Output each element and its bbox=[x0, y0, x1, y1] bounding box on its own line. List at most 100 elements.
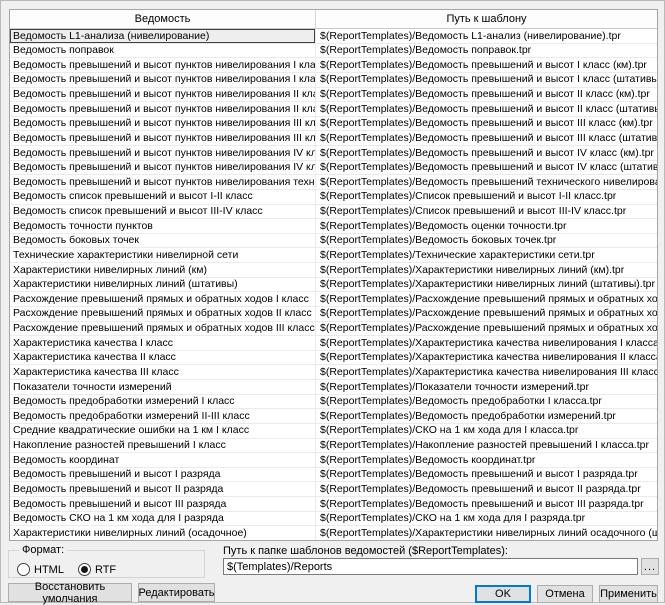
table-row[interactable]: Ведомость превышений и высот пунктов нив… bbox=[10, 131, 657, 146]
report-name-cell[interactable]: Ведомость превышений и высот пунктов нив… bbox=[10, 58, 316, 72]
table-row[interactable]: Ведомость список превышений и высот I-II… bbox=[10, 190, 657, 205]
table-row[interactable]: Характеристика качества III класс$(Repor… bbox=[10, 365, 657, 380]
report-name-cell[interactable]: Ведомость СКО на 1 км хода для I разряда bbox=[10, 512, 316, 526]
report-name-cell[interactable]: Ведомость превышений и высот I разряда bbox=[10, 468, 316, 482]
report-name-cell[interactable]: Характеристики нивелирных линий (штативы… bbox=[10, 278, 316, 292]
table-row[interactable]: Характеристики нивелирных линий (штативы… bbox=[10, 278, 657, 293]
template-path-cell[interactable]: $(ReportTemplates)/Ведомость превышений … bbox=[316, 146, 657, 160]
edit-button[interactable]: Редактировать bbox=[138, 583, 215, 602]
template-path-cell[interactable]: $(ReportTemplates)/Ведомость превышений … bbox=[316, 102, 657, 116]
template-path-cell[interactable]: $(ReportTemplates)/Ведомость превышений … bbox=[316, 468, 657, 482]
html-radio-label[interactable]: HTML bbox=[34, 564, 64, 576]
report-name-cell[interactable]: Ведомость превышений и высот пунктов нив… bbox=[10, 161, 316, 175]
table-row[interactable]: Расхождение превышений прямых и обратных… bbox=[10, 307, 657, 322]
template-path-cell[interactable]: $(ReportTemplates)/Расхождение превышени… bbox=[316, 322, 657, 336]
template-path-cell[interactable]: $(ReportTemplates)/Характеристика качест… bbox=[316, 336, 657, 350]
template-path-cell[interactable]: $(ReportTemplates)/СКО на 1 км хода для … bbox=[316, 424, 657, 438]
report-name-cell[interactable]: Ведомость координат bbox=[10, 453, 316, 467]
table-row[interactable]: Расхождение превышений прямых и обратных… bbox=[10, 292, 657, 307]
template-path-cell[interactable]: $(ReportTemplates)/Ведомость оценки точн… bbox=[316, 219, 657, 233]
report-name-cell[interactable]: Характеристика качества I класс bbox=[10, 336, 316, 350]
rtf-radio[interactable] bbox=[78, 563, 91, 576]
report-name-cell[interactable]: Технические характеристики нивелирной се… bbox=[10, 248, 316, 262]
cancel-button[interactable]: Отмена bbox=[537, 585, 593, 603]
template-path-cell[interactable]: $(ReportTemplates)/Список превышений и в… bbox=[316, 190, 657, 204]
report-name-cell[interactable]: Ведомость превышений и высот пунктов нив… bbox=[10, 102, 316, 116]
template-path-cell[interactable]: $(ReportTemplates)/Список превышений и в… bbox=[316, 205, 657, 219]
table-row[interactable]: Ведомость СКО на 1 км хода для I разряда… bbox=[10, 512, 657, 527]
template-path-cell[interactable]: $(ReportTemplates)/Показатели точности и… bbox=[316, 380, 657, 394]
table-row[interactable]: Характеристики нивелирных линий (осадочн… bbox=[10, 526, 657, 540]
report-name-cell[interactable]: Ведомость превышений и высот пунктов нив… bbox=[10, 88, 316, 102]
table-row[interactable]: Ведомость превышений и высот пунктов нив… bbox=[10, 117, 657, 132]
table-row[interactable]: Ведомость превышений и высот пунктов нив… bbox=[10, 73, 657, 88]
template-path-cell[interactable]: $(ReportTemplates)/Ведомость превышений … bbox=[316, 58, 657, 72]
template-path-cell[interactable]: $(ReportTemplates)/Характеристика качест… bbox=[316, 351, 657, 365]
report-name-cell[interactable]: Расхождение превышений прямых и обратных… bbox=[10, 322, 316, 336]
report-name-cell[interactable]: Показатели точности измерений bbox=[10, 380, 316, 394]
template-path-cell[interactable]: $(ReportTemplates)/Ведомость предобработ… bbox=[316, 409, 657, 423]
report-name-cell[interactable]: Ведомость превышений и высот пунктов нив… bbox=[10, 73, 316, 87]
table-row[interactable]: Показатели точности измерений$(ReportTem… bbox=[10, 380, 657, 395]
table-row[interactable]: Ведомость точности пунктов$(ReportTempla… bbox=[10, 219, 657, 234]
table-row[interactable]: Технические характеристики нивелирной се… bbox=[10, 248, 657, 263]
template-path-cell[interactable]: $(ReportTemplates)/Расхождение превышени… bbox=[316, 292, 657, 306]
template-path-cell[interactable]: $(ReportTemplates)/Расхождение превышени… bbox=[316, 307, 657, 321]
report-name-cell[interactable]: Ведомость предобработки измерений I клас… bbox=[10, 395, 316, 409]
table-row[interactable]: Ведомость предобработки измерений I клас… bbox=[10, 395, 657, 410]
template-path-cell[interactable]: $(ReportTemplates)/Ведомость превышений … bbox=[316, 482, 657, 496]
browse-button[interactable]: ... bbox=[641, 558, 659, 575]
report-name-cell[interactable]: Ведомость превышений и высот пунктов нив… bbox=[10, 175, 316, 189]
column-header-report[interactable]: Ведомость bbox=[10, 10, 316, 28]
table-row[interactable]: Ведомость превышений и высот пунктов нив… bbox=[10, 175, 657, 190]
report-name-cell[interactable]: Средние квадратические ошибки на 1 км I … bbox=[10, 424, 316, 438]
report-name-cell[interactable]: Ведомость точности пунктов bbox=[10, 219, 316, 233]
table-row[interactable]: Ведомость превышений и высот пунктов нив… bbox=[10, 161, 657, 176]
report-name-cell[interactable]: Ведомость превышений и высот пунктов нив… bbox=[10, 117, 316, 131]
template-path-cell[interactable]: $(ReportTemplates)/Ведомость L1-анализ (… bbox=[316, 29, 657, 43]
table-row[interactable]: Ведомость превышений и высот пунктов нив… bbox=[10, 146, 657, 161]
template-path-cell[interactable]: $(ReportTemplates)/Ведомость превышений … bbox=[316, 497, 657, 511]
report-name-cell[interactable]: Ведомость поправок bbox=[10, 44, 316, 58]
template-path-cell[interactable]: $(ReportTemplates)/Ведомость координат.t… bbox=[316, 453, 657, 467]
template-path-cell[interactable]: $(ReportTemplates)/СКО на 1 км хода для … bbox=[316, 512, 657, 526]
table-row[interactable]: Ведомость превышений и высот III разряда… bbox=[10, 497, 657, 512]
ok-button[interactable]: OK bbox=[475, 585, 531, 603]
table-row[interactable]: Накопление разностей превышений I класс$… bbox=[10, 439, 657, 454]
template-path-cell[interactable]: $(ReportTemplates)/Ведомость поправок.tp… bbox=[316, 44, 657, 58]
template-path-cell[interactable]: $(ReportTemplates)/Характеристики нивели… bbox=[316, 278, 657, 292]
template-path-cell[interactable]: $(ReportTemplates)/Характеристики нивели… bbox=[316, 526, 657, 540]
report-name-cell[interactable]: Ведомость превышений и высот пунктов нив… bbox=[10, 146, 316, 160]
table-row[interactable]: Ведомость превышений и высот I разряда$(… bbox=[10, 468, 657, 483]
template-path-cell[interactable]: $(ReportTemplates)/Технические характери… bbox=[316, 248, 657, 262]
templates-path-input[interactable] bbox=[223, 558, 638, 575]
table-row[interactable]: Характеристика качества I класс$(ReportT… bbox=[10, 336, 657, 351]
report-name-cell[interactable]: Характеристика качества II класс bbox=[10, 351, 316, 365]
template-path-cell[interactable]: $(ReportTemplates)/Характеристика качест… bbox=[316, 365, 657, 379]
template-path-cell[interactable]: $(ReportTemplates)/Ведомость боковых точ… bbox=[316, 234, 657, 248]
template-path-cell[interactable]: $(ReportTemplates)/Ведомость предобработ… bbox=[316, 395, 657, 409]
column-header-template-path[interactable]: Путь к шаблону bbox=[316, 10, 657, 28]
report-name-cell[interactable]: Ведомость список превышений и высот I-II… bbox=[10, 190, 316, 204]
table-row[interactable]: Ведомость превышений и высот II разряда$… bbox=[10, 482, 657, 497]
apply-button[interactable]: Применить bbox=[599, 585, 658, 603]
report-name-cell[interactable]: Ведомость превышений и высот II разряда bbox=[10, 482, 316, 496]
restore-defaults-button[interactable]: Восстановить умолчания bbox=[8, 583, 132, 602]
table-row[interactable]: Ведомость предобработки измерений II-III… bbox=[10, 409, 657, 424]
report-name-cell[interactable]: Ведомость список превышений и высот III-… bbox=[10, 205, 316, 219]
template-path-cell[interactable]: $(ReportTemplates)/Ведомость превышений … bbox=[316, 161, 657, 175]
report-name-cell[interactable]: Расхождение превышений прямых и обратных… bbox=[10, 307, 316, 321]
report-name-cell[interactable]: Характеристика качества III класс bbox=[10, 365, 316, 379]
report-name-cell[interactable]: Ведомость L1-анализа (нивелирование) bbox=[10, 29, 316, 43]
report-name-cell[interactable]: Ведомость предобработки измерений II-III… bbox=[10, 409, 316, 423]
report-name-cell[interactable]: Характеристики нивелирных линий (осадочн… bbox=[10, 526, 316, 540]
rtf-radio-label[interactable]: RTF bbox=[95, 564, 116, 576]
report-name-cell[interactable]: Накопление разностей превышений I класс bbox=[10, 439, 316, 453]
template-path-cell[interactable]: $(ReportTemplates)/Ведомость превышений … bbox=[316, 175, 657, 189]
template-path-cell[interactable]: $(ReportTemplates)/Ведомость превышений … bbox=[316, 117, 657, 131]
report-name-cell[interactable]: Ведомость превышений и высот пунктов нив… bbox=[10, 131, 316, 145]
table-row[interactable]: Ведомость координат$(ReportTemplates)/Ве… bbox=[10, 453, 657, 468]
table-row[interactable]: Ведомость L1-анализа (нивелирование)$(Re… bbox=[10, 29, 657, 44]
table-row[interactable]: Расхождение превышений прямых и обратных… bbox=[10, 322, 657, 337]
template-path-cell[interactable]: $(ReportTemplates)/Ведомость превышений … bbox=[316, 73, 657, 87]
